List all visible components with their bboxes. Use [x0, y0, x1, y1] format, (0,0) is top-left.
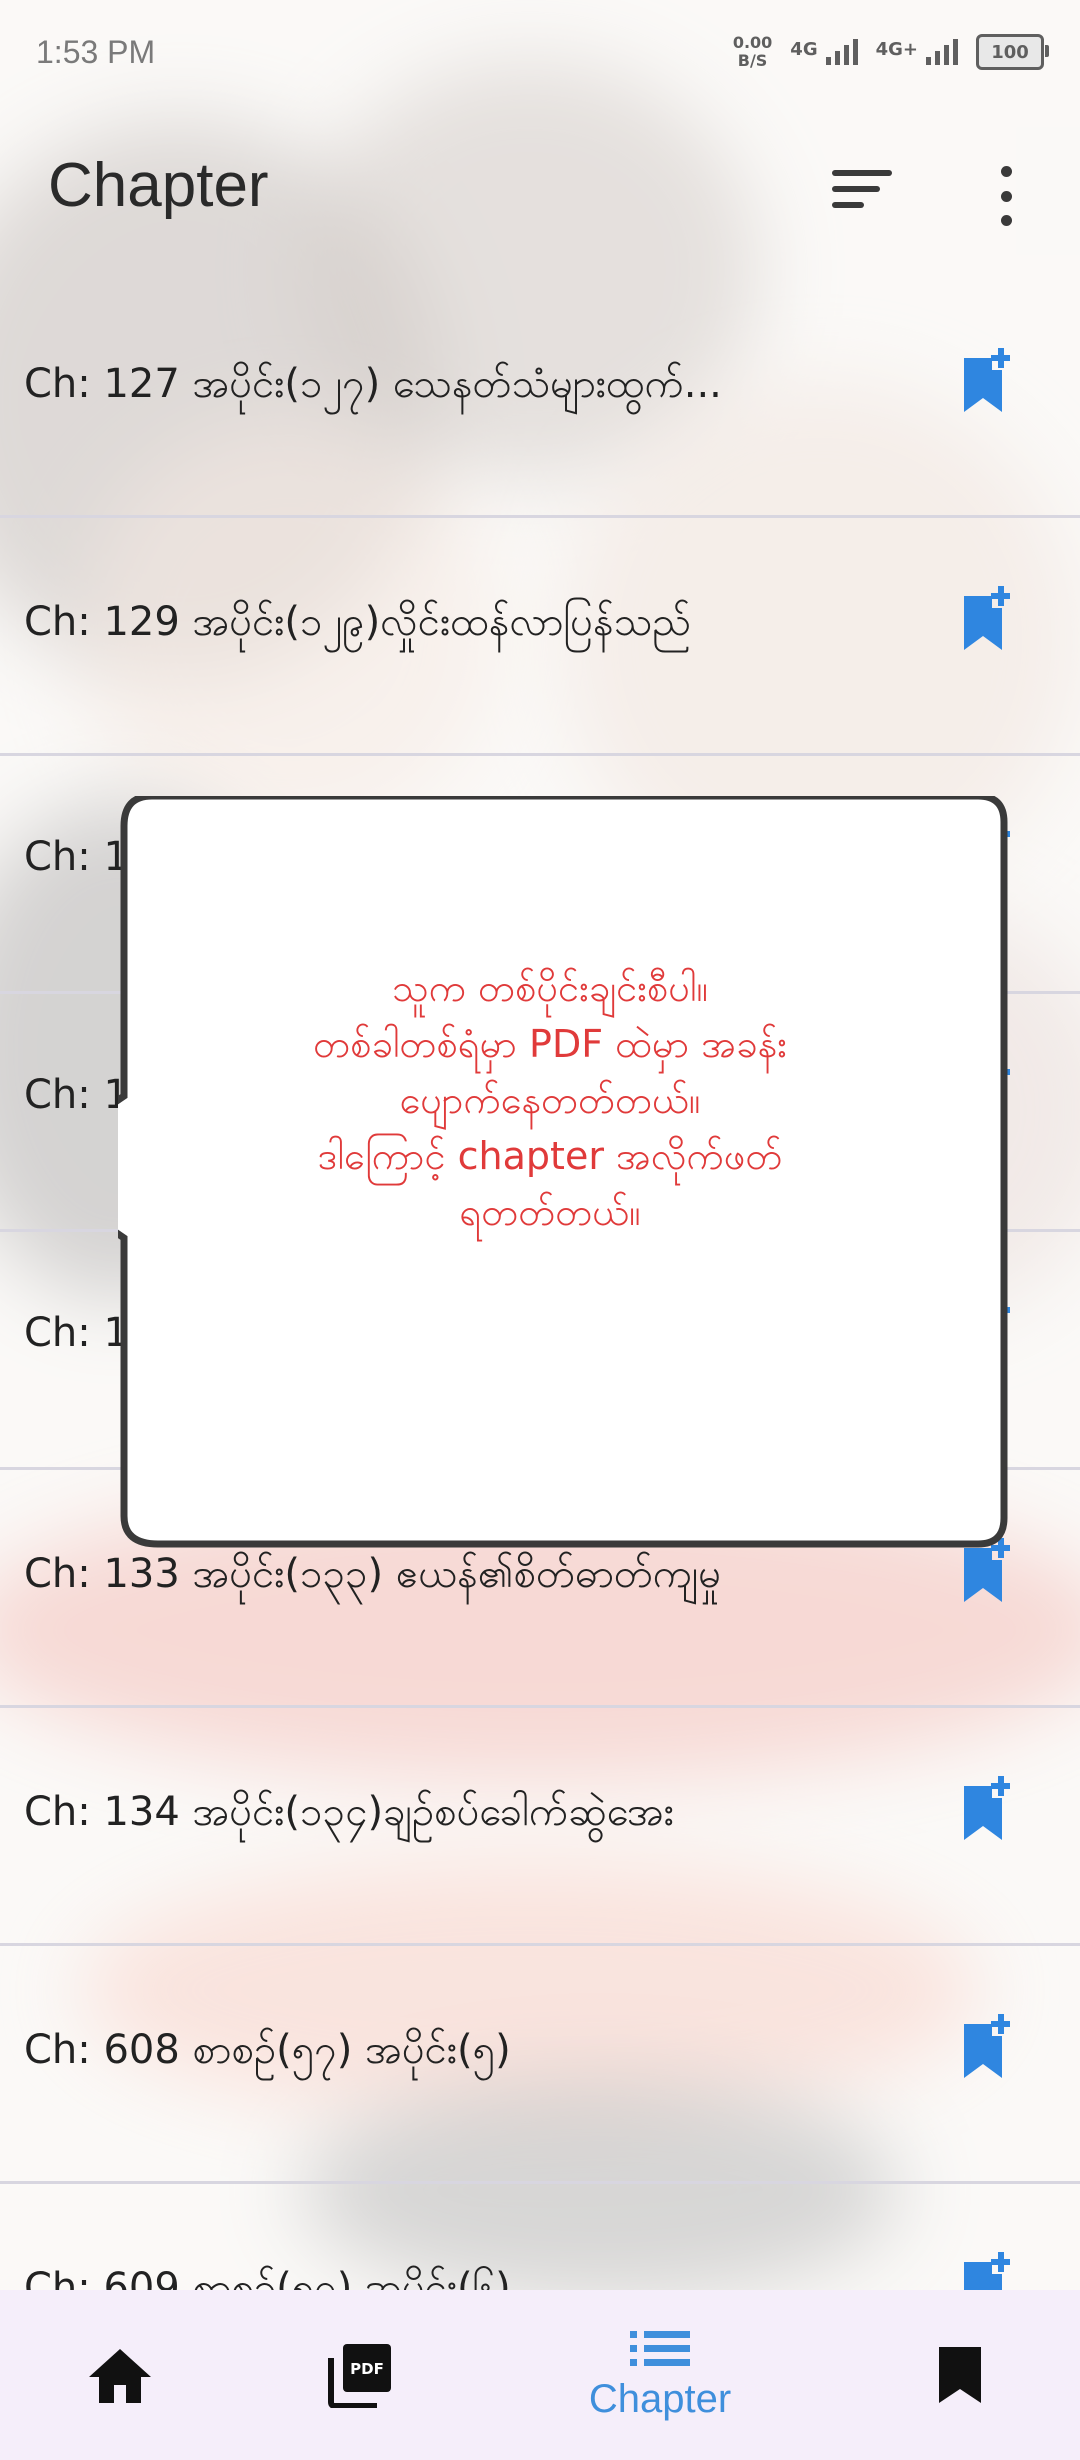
chapter-title: Ch: 134 အပိုင်း(၁၃၄)ချဉ်စပ်ခေါက်ဆွဲအေး [24, 1789, 674, 1835]
nav-home[interactable] [0, 2290, 240, 2460]
bookmark-add-icon[interactable] [962, 1776, 1010, 1842]
chapter-row[interactable]: Ch: 609 စာစဉ်(၅၇) အပိုင်း(၆) [0, 2184, 1080, 2290]
more-vert-icon[interactable] [990, 166, 1022, 226]
signal-4g-plus-icon: 4G+ [876, 39, 958, 65]
chapter-title: Ch: 608 စာစဉ်(၅၇) အပိုင်း(၅) [24, 2027, 511, 2073]
network-speed: 0.00 B/S [732, 33, 773, 70]
chapter-title: Ch: 1 [24, 834, 129, 880]
sort-icon[interactable] [832, 170, 892, 220]
popup-message: သူက တစ်ပိုင်းချင်းစီပါ။ တစ်ခါတစ်ရံမှာ PD… [313, 966, 787, 1234]
chapter-title: Ch: 133 အပိုင်း(၁၃၃) ဧယန်၏စိတ်ဓာတ်ကျမှု [24, 1551, 722, 1597]
status-bar: 1:53 PM 0.00 B/S 4G 4G+ 100 [0, 0, 1080, 110]
chapter-row[interactable]: Ch: 608 စာစဉ်(၅၇) အပိုင်း(၅) [0, 1946, 1080, 2184]
nav-bookmark[interactable] [840, 2290, 1080, 2460]
chapter-title: Ch: 609 စာစဉ်(၅၇) အပိုင်း(၆) [24, 2265, 511, 2290]
svg-text:PDF: PDF [350, 2360, 384, 2378]
bookmark-add-icon[interactable] [962, 586, 1010, 652]
status-indicators: 0.00 B/S 4G 4G+ 100 [732, 33, 1049, 70]
page-title: Chapter [48, 151, 269, 220]
chapter-title: Ch: 1 [24, 1072, 129, 1118]
nav-chapter-label: Chapter [588, 2376, 732, 2421]
chapter-row[interactable]: Ch: 129 အပိုင်း(၁၂၉)လှိုင်းထန်လာပြန်သည် [0, 518, 1080, 756]
list-icon [630, 2330, 690, 2366]
nav-pdf[interactable]: PDF [240, 2290, 480, 2460]
bookmark-icon [939, 2347, 981, 2403]
chapter-title: Ch: 129 အပိုင်း(၁၂၉)လှိုင်းထန်လာပြန်သည် [24, 599, 692, 645]
chapter-row[interactable]: Ch: 134 အပိုင်း(၁၃၄)ချဉ်စပ်ခေါက်ဆွဲအေး [0, 1708, 1080, 1946]
status-time: 1:53 PM [36, 34, 156, 70]
bookmark-add-icon[interactable] [962, 2252, 1010, 2290]
pdf-icon: PDF [328, 2344, 391, 2408]
app-bar: Chapter [0, 110, 1080, 280]
home-icon [89, 2349, 151, 2403]
bottom-navigation: PDF Chapter [0, 2290, 1080, 2460]
chapter-title: Ch: 1 [24, 1310, 129, 1356]
chapter-title: Ch: 127 အပိုင်း(၁၂၇) သေနတ်သံများထွက်... [24, 361, 722, 407]
bookmark-add-icon[interactable] [962, 348, 1010, 414]
battery-icon: 100 [976, 34, 1049, 70]
chapter-row[interactable]: Ch: 127 အပိုင်း(၁၂၇) သေနတ်သံများထွက်... [0, 280, 1080, 518]
bookmark-add-icon[interactable] [962, 2014, 1010, 2080]
nav-chapter[interactable]: Chapter [540, 2290, 780, 2460]
signal-4g-icon: 4G [790, 39, 858, 65]
